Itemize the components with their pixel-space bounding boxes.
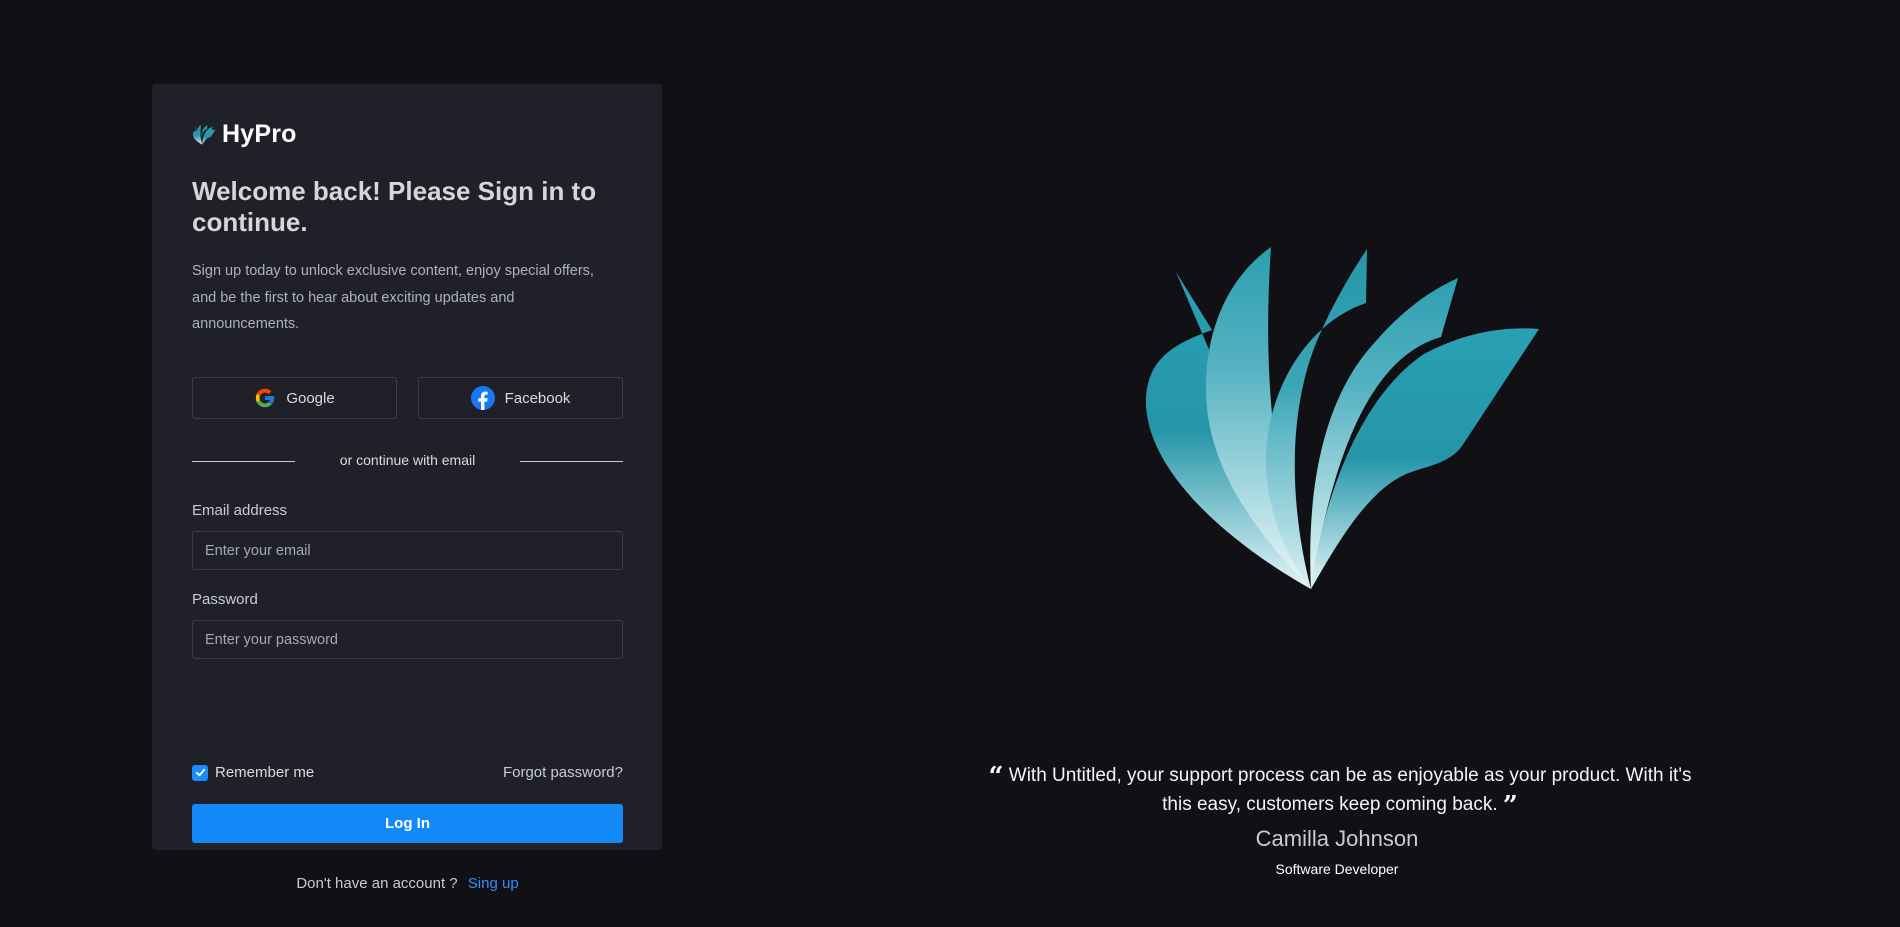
login-card: HyPro Welcome back! Please Sign in to co… xyxy=(152,84,662,892)
password-label: Password xyxy=(192,591,258,608)
remember-me-checkbox[interactable] xyxy=(192,764,208,781)
remember-me[interactable]: Remember me xyxy=(192,764,314,781)
testimonial-role: Software Developer xyxy=(1275,861,1399,877)
page-title: Welcome back! Please Sign in to continue… xyxy=(192,176,597,237)
close-quote-icon: ” xyxy=(1502,791,1518,821)
signup-link[interactable]: Sing up xyxy=(468,875,519,892)
email-field[interactable] xyxy=(192,531,623,570)
brand-name: HyPro xyxy=(222,120,297,148)
google-login-label: Google xyxy=(286,389,335,407)
testimonial-quote: “ With Untitled, your support process ca… xyxy=(980,762,1700,820)
divider-line-right xyxy=(520,461,623,462)
social-login-row: Google Facebook xyxy=(192,377,623,419)
signup-row: Don't have an account ? Sing up xyxy=(192,875,623,892)
testimonial-text: With Untitled, your support process can … xyxy=(1008,765,1692,815)
login-button[interactable]: Log In xyxy=(192,804,623,843)
google-icon xyxy=(256,388,275,408)
email-label: Email address xyxy=(192,502,288,519)
petal-5 xyxy=(1311,328,1539,589)
no-account-text: Don't have an account ? xyxy=(296,875,458,892)
email-divider: or continue with email xyxy=(192,451,623,471)
lotus-logo-icon xyxy=(192,124,216,145)
google-login-button[interactable]: Google xyxy=(192,377,397,419)
password-field[interactable] xyxy=(192,620,623,659)
page-subtitle: Sign up today to unlock exclusive conten… xyxy=(192,263,594,332)
facebook-login-button[interactable]: Facebook xyxy=(418,377,623,419)
facebook-login-label: Facebook xyxy=(504,389,571,407)
remember-me-label: Remember me xyxy=(215,764,315,781)
forgot-password-link[interactable]: Forgot password? xyxy=(503,764,623,781)
check-icon xyxy=(195,768,205,777)
divider-text: or continue with email xyxy=(339,452,476,468)
open-quote-icon: “ xyxy=(988,762,1004,792)
testimonial-author: Camilla Johnson xyxy=(1255,826,1419,851)
facebook-icon xyxy=(470,386,495,410)
brand: HyPro xyxy=(192,120,297,149)
hero-lotus-logo xyxy=(1145,247,1539,589)
